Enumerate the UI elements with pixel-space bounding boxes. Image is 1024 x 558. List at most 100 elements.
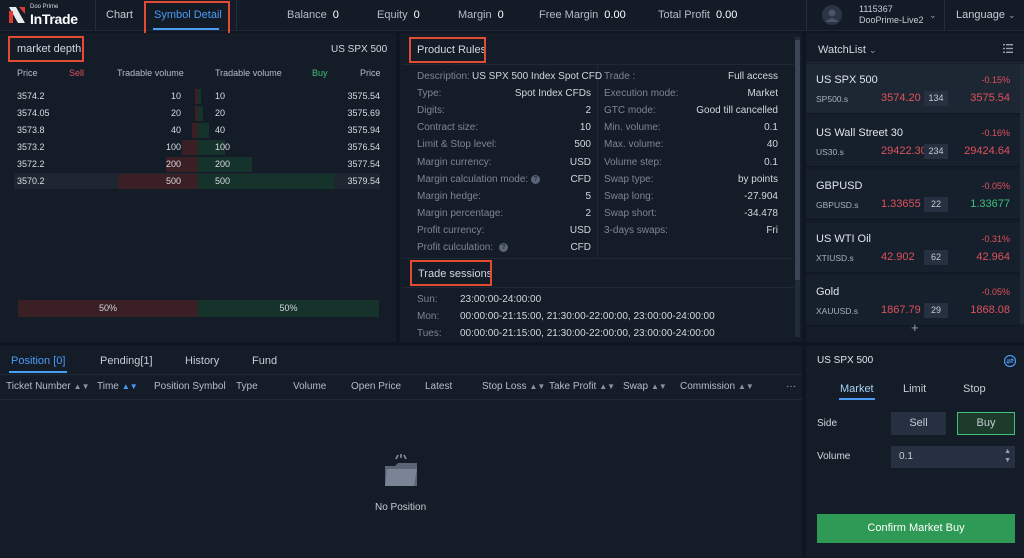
watchlist-ask: 29424.64 [964,145,1010,157]
stat-equity: Equity 0 [377,9,420,21]
tab-market[interactable]: Market [840,383,874,395]
watchlist-change: -0.05% [981,287,1010,297]
watchlist-item[interactable]: US WTI Oil -0.31% XTIUSD.s 42.902 62 42.964 [806,223,1020,273]
divider [402,258,794,259]
volume-value: 0.1 [899,451,913,462]
chevron-down-icon: ⌄ [1008,10,1016,20]
tab-limit[interactable]: Limit [903,383,926,395]
tab-history[interactable]: History [185,355,219,367]
divider [806,62,1024,63]
rule-value: Market [747,88,778,100]
empty-folder-icon [383,454,419,491]
switch-icon[interactable] [1003,354,1017,370]
highlight-box [8,36,84,62]
col-time[interactable]: Time ▲▼ [97,381,138,392]
rule-value: Full access [727,71,778,82]
tab-stop[interactable]: Stop [963,383,986,395]
order-symbol: US SPX 500 [817,355,874,366]
session-day: Tues: [417,328,442,339]
brand-logo[interactable]: Doo Prime InTrade [8,4,88,28]
language-label: Language [956,9,1005,21]
col-latest: Latest [425,381,453,392]
col-commission[interactable]: Commission ▲▼ [680,381,754,392]
sell-button[interactable]: Sell [891,412,946,435]
watchlist-item[interactable]: Gold -0.05% XAUUSD.s 1867.79 29 1868.08 [806,276,1020,326]
scrollbar[interactable] [1020,64,1024,324]
stat-margin: Margin 0 [458,9,504,21]
more-columns-button[interactable]: ··· [786,381,796,392]
scrollbar-thumb[interactable] [795,40,800,280]
col-ticket-number[interactable]: Ticket Number ▲▼ [6,381,90,392]
volume-input[interactable]: 0.1 ▲ ▼ [891,446,1015,468]
chevron-down-icon[interactable]: ⌄ [929,10,937,21]
rule-label: Profit currency: [417,224,485,236]
watchlist-item[interactable]: US SPX 500 -0.15% SP500.s 3574.20 134 3575.54 [806,64,1020,114]
watchlist-symbol-name: US WTI Oil [816,233,871,245]
account-id: 1115367 [859,4,893,14]
watchlist-spread: 62 [924,250,948,265]
sell-price: 3572.2 [17,159,45,169]
tab-pending[interactable]: Pending[1] [100,355,153,367]
table-row: 3573.2 100 100 3576.54 [14,139,380,155]
brand-logo-icon [9,7,25,23]
sort-icon: ▲▼ [599,382,616,391]
col-price-buy: Price [360,68,381,78]
brand-tagline: Doo Prime [30,4,59,10]
watchlist-ask: 1.33677 [970,198,1010,210]
avatar[interactable] [822,5,842,25]
rule-label: Margin calculation mode: [417,173,529,185]
rule-value: Fri [766,224,778,236]
table-row: 3574.2 10 10 3575.54 [14,88,380,104]
rule-value: 40 [766,139,778,151]
confirm-market-buy-button[interactable]: Confirm Market Buy [817,514,1015,543]
watchlist-spread: 29 [924,303,948,318]
tab-position[interactable]: Position [0] [11,355,65,367]
sell-depth-bar [118,174,198,189]
stat-free-margin: Free Margin 0.00 [539,9,626,21]
col-stop-loss[interactable]: Stop Loss ▲▼ [482,381,545,392]
user-icon [825,9,839,22]
watchlist-symbol-code: XAUUSD.s [816,306,859,316]
account-server: DooPrime-Live2 [859,15,924,25]
rule-label: Margin currency: [417,156,492,168]
sell-price: 3574.2 [17,91,45,101]
tab-fund[interactable]: Fund [252,355,277,367]
rule-value: Spot Index CFDs [514,88,591,100]
sort-icon: ▲▼ [73,382,90,391]
rule-value: 0.1 [764,122,778,134]
watchlist-change: -0.31% [981,234,1010,244]
col-price: Price [17,68,38,78]
sell-percentage: 50% [18,300,198,317]
buy-depth-bar [198,123,209,138]
watchlist-item[interactable]: GBPUSD -0.05% GBPUSD.s 1.33655 22 1.33677 [806,170,1020,220]
divider [14,297,380,298]
add-symbol-button[interactable]: + [911,320,919,335]
rule-label: Limit & Stop level: [417,139,498,151]
stepper-icon[interactable]: ▲ ▼ [1004,447,1011,465]
list-icon[interactable] [1003,44,1013,56]
help-icon[interactable]: ? [531,174,540,184]
watchlist-symbol-name: Gold [816,286,840,298]
session-times: 00:00:00-21:15:00, 21:30:00-22:00:00, 23… [460,311,715,322]
rule-value: 0.1 [764,156,778,168]
language-selector[interactable]: Language ⌄ [956,9,1016,21]
watchlist-symbol-code: GBPUSD.s [816,200,859,210]
buy-price: 3577.54 [347,159,380,169]
buy-button[interactable]: Buy [957,412,1015,435]
sell-price: 3573.2 [17,142,45,152]
watchlist-item[interactable]: US Wall Street 30 -0.16% US30.s 29422.30 234… [806,117,1020,167]
rule-value: -34.478 [744,207,778,219]
sell-price: 3570.2 [17,176,45,186]
rule-label: Margin percentage: [417,207,504,219]
watchlist-title[interactable]: WatchList ⌄ [818,44,877,56]
rule-value: US SPX 500 Index Spot CFD [472,71,603,82]
col-take-profit[interactable]: Take Profit ▲▼ [549,381,615,392]
rule-label: GTC mode: [604,105,656,117]
divider [597,66,598,258]
col-swap[interactable]: Swap ▲▼ [623,381,667,392]
watchlist-bid: 42.902 [881,251,915,263]
sell-volume: 40 [170,125,181,135]
tab-chart[interactable]: Chart [106,9,133,21]
rule-value: Good till cancelled [696,105,778,117]
help-icon[interactable]: ? [499,243,508,252]
